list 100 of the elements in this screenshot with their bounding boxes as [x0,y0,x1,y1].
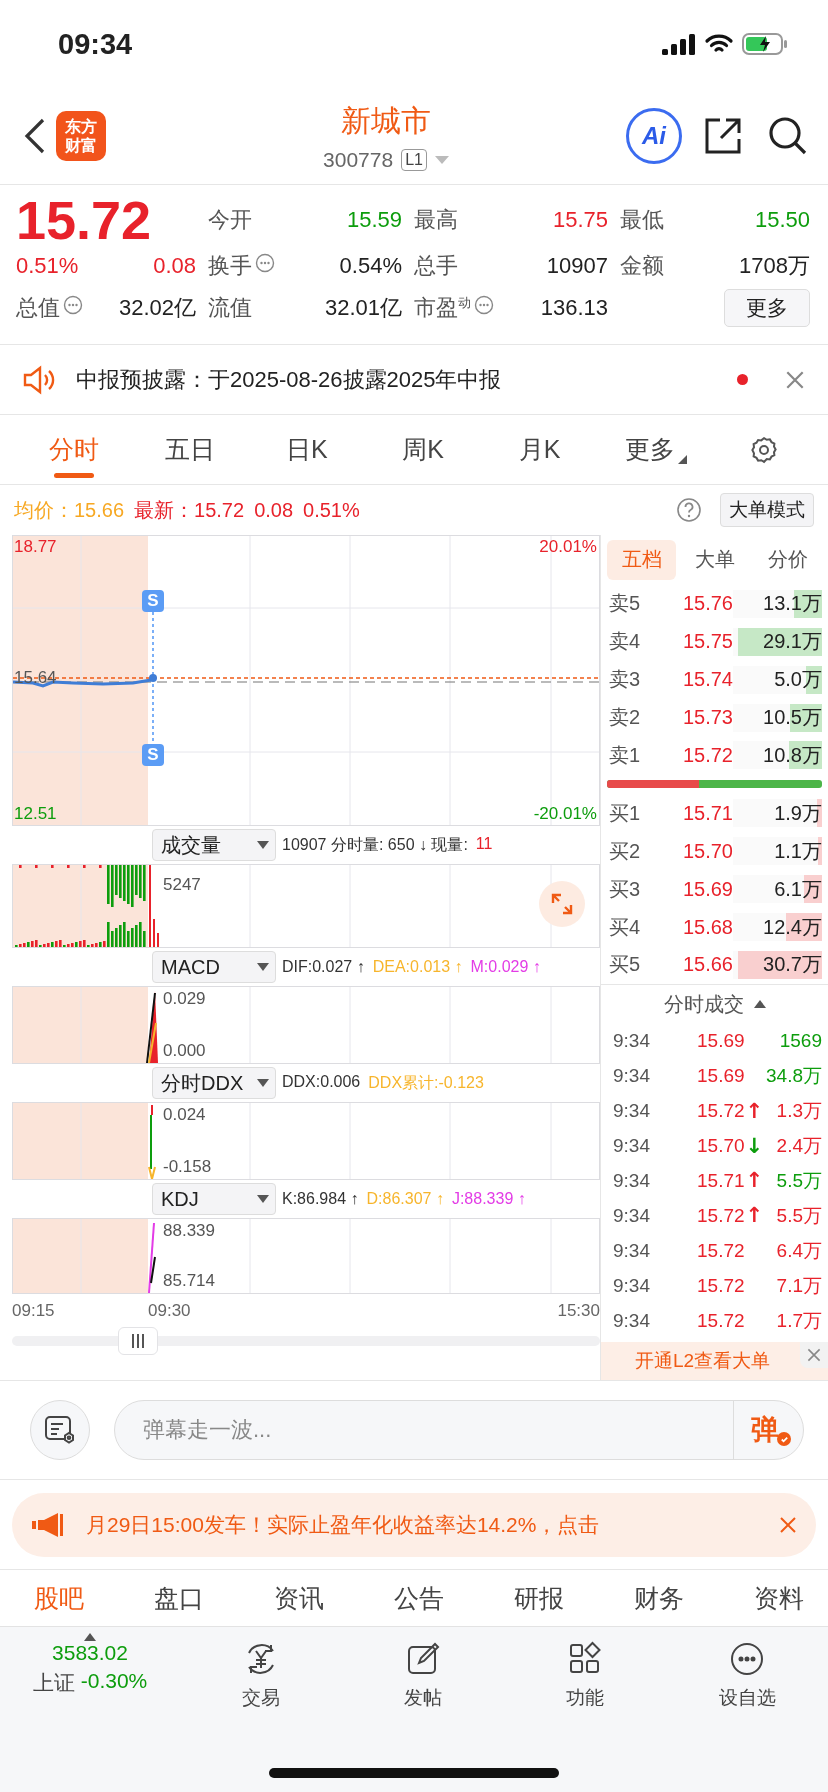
section-tab[interactable]: 研报 [514,1581,564,1615]
index-ticker[interactable]: 3583.02 上证 -0.30% [0,1633,180,1711]
trend-arrow: ↑ [745,1205,764,1227]
stock-name: 新城市 [341,102,431,139]
tab-bar-item[interactable]: 交易 [180,1633,342,1711]
search-button[interactable] [768,116,808,156]
axis-label: 5247 [163,875,201,895]
ask-price: 15.75 [681,630,733,654]
trend-arrow: ↑ [745,1170,764,1192]
bid-volume: 6.1万 [774,876,822,902]
section-tab[interactable]: 财务 [634,1581,684,1615]
share-button[interactable] [704,117,742,155]
trade-time: 9:34 [613,1239,651,1262]
status-time: 09:34 [58,27,133,61]
trade-volume: 1.3万 [776,1099,822,1124]
scroll-handle[interactable] [118,1327,158,1355]
ask-volume: 5.0万 [774,667,822,693]
chart-tab[interactable]: 周K [365,415,482,484]
chart-tab[interactable]: 日K [248,415,365,484]
ask-price: 15.74 [681,668,733,692]
caret-up-icon [84,1633,96,1641]
bid-price: 15.66 [681,953,733,977]
notice-text: 中报预披露：于2025-08-26披露2025年中报 [76,365,503,394]
axis-label: 0.024 [163,1105,206,1125]
trend-arrow: ↓ [745,1135,764,1157]
info-icon[interactable] [63,295,83,315]
stat-value: 15.59 [346,207,402,233]
order-book-tab[interactable]: 分价 [753,539,822,580]
share-icon [704,117,742,155]
trade-volume: 5.5万 [776,1203,822,1228]
trade-time: 9:34 [613,1030,651,1053]
battery-icon [742,33,788,55]
wifi-icon [704,33,734,55]
stat-label: 总手 [414,252,458,280]
trade-price: 15.69 [697,1065,745,1088]
section-tab[interactable]: 资讯 [274,1581,324,1615]
latest-price: 最新：15.72 [134,497,245,523]
megaphone-icon [32,1511,64,1538]
stat-label: 金额 [620,252,664,280]
bid-price: 15.70 [681,839,733,863]
section-tab[interactable]: 公告 [394,1581,444,1615]
tab-bar-item[interactable]: 发帖 [342,1633,504,1711]
tab-bar-item[interactable]: 设自选 [666,1633,828,1711]
back-icon [24,118,46,154]
large-order-mode-button[interactable]: 大单模式 [720,493,814,527]
back-button[interactable] [24,118,46,154]
info-icon[interactable] [474,295,494,315]
ask-level-label: 卖4 [609,629,642,655]
help-icon[interactable] [676,497,702,523]
ask-price: 15.73 [681,706,733,730]
stat-value: 10907 [546,253,608,279]
indicator-readout: DEA:0.013 ↑ [372,958,463,976]
index-value: 3583.02 [52,1641,128,1665]
expand-icon [550,892,574,916]
indicator-readout: DDX:0.006 [282,1072,361,1092]
ai-button[interactable]: Ai [626,108,682,164]
last-price: 15.72 [16,193,153,247]
indicator-readout: DDX累计:-0.123 [368,1072,484,1093]
settings-icon[interactable] [748,434,779,465]
corner-caret-icon [677,455,687,464]
promo-text: 月29日15:00发车！实际止盈年化收益率达14.2%，点击 [86,1511,601,1538]
stat-value: 136.13 [540,295,608,321]
trade-volume: 1.7万 [776,1308,822,1333]
chart-tab[interactable]: 五日 [132,415,249,484]
info-icon[interactable] [255,253,275,273]
bid-level-label: 买4 [609,914,642,940]
axis-label: -0.158 [163,1157,212,1177]
signal-marker: S [142,744,164,766]
bid-volume: 12.4万 [763,914,822,940]
trade-volume: 5.5万 [776,1168,822,1193]
bid-volume: 30.7万 [763,952,822,978]
ask-volume: 10.5万 [763,705,822,731]
trade-time: 9:34 [613,1169,651,1192]
trade-time: 9:34 [613,1204,651,1227]
app-logo: 东方 财富 [56,111,106,161]
more-button[interactable]: 更多 [724,289,810,327]
bid-price: 15.71 [681,801,733,825]
axis-label: 88.339 [163,1221,215,1241]
price-point [149,674,157,682]
axis-label: 0.000 [163,1041,206,1061]
close-button[interactable] [800,1342,828,1369]
section-tab[interactable]: 盘口 [154,1581,204,1615]
section-tab[interactable]: 资料 [754,1581,804,1615]
chart-tab[interactable]: 更多 [597,415,714,484]
trades-header[interactable]: 分时成交 [601,983,828,1024]
indicator-readout: D:86.307 ↑ [366,1190,444,1208]
indicator-selector[interactable]: 成交量 [152,829,276,861]
indicator-selector[interactable]: 分时DDX [152,1067,276,1099]
bid-level-label: 买2 [609,838,642,864]
order-book-tab[interactable]: 大单 [680,539,749,580]
trade-volume: 34.8万 [766,1064,822,1089]
indicator-readout: DIF:0.027 ↑ [282,958,365,976]
ask-volume: 13.1万 [763,591,822,617]
axis-label: -20.01% [533,804,597,824]
expand-button[interactable] [539,881,585,927]
indicator-selector[interactable]: KDJ [152,1183,276,1215]
close-icon[interactable] [778,1514,798,1535]
tab-bar-item[interactable]: 功能 [504,1633,666,1711]
chart-tab[interactable]: 月K [481,415,598,484]
indicator-selector[interactable]: MACD [152,951,276,983]
